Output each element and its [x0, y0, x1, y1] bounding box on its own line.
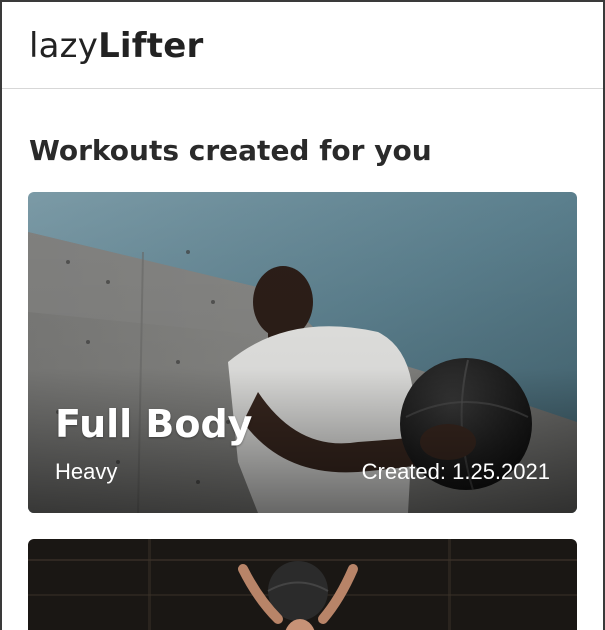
section-title: Workouts created for you [29, 134, 432, 167]
workout-level: Heavy [55, 459, 118, 484]
app-frame: lazyLifter Workouts created for you Full… [0, 0, 605, 630]
workout-card[interactable] [28, 539, 577, 630]
workout-card-full-body[interactable]: Full Body Heavy Created: 1.25.2021 [28, 192, 577, 513]
top-header: lazyLifter [2, 2, 603, 89]
workout-photo [28, 539, 577, 630]
logo-bold-text: Lifter [98, 26, 204, 66]
app-logo[interactable]: lazyLifter [29, 26, 203, 66]
workout-created-date: Created: 1.25.2021 [361, 459, 550, 484]
workout-title: Full Body [55, 402, 253, 446]
logo-light-text: lazy [29, 26, 99, 66]
